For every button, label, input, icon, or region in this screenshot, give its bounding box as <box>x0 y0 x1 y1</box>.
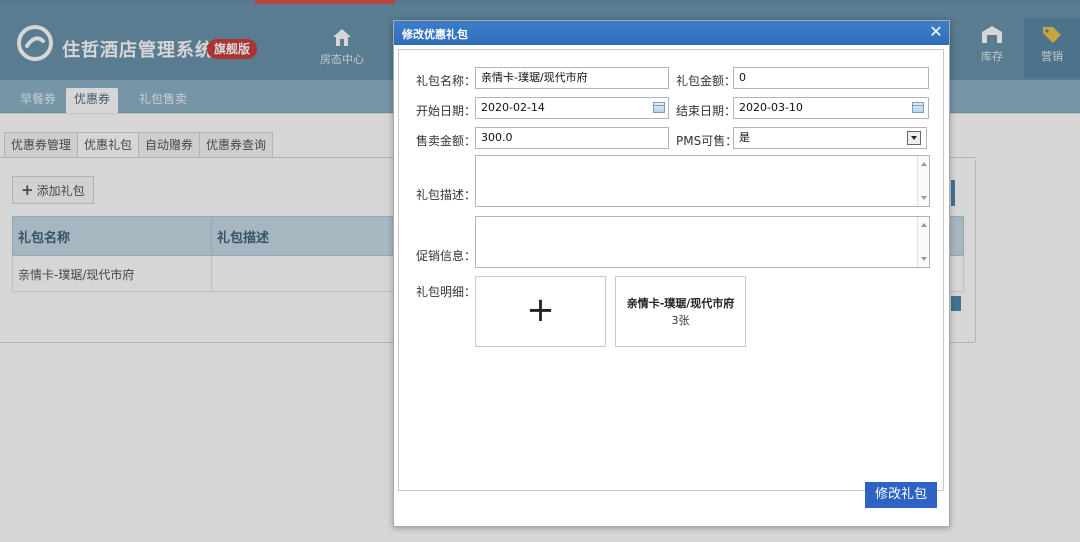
pms-sale-select[interactable]: 是 <box>733 127 927 149</box>
sale-price-label: 售卖金额： <box>416 134 477 148</box>
promo-info-label: 促销信息： <box>416 249 477 263</box>
close-icon[interactable]: ✕ <box>927 23 945 41</box>
chevron-down-icon[interactable] <box>907 131 921 145</box>
package-amount-input[interactable]: 0 <box>733 67 929 89</box>
detail-item-name: 亲情卡-璞琚/现代市府 <box>626 297 735 310</box>
package-name-input[interactable]: 亲情卡-璞琚/现代市府 <box>475 67 669 89</box>
scroll-up-icon[interactable] <box>921 162 927 166</box>
package-detail-label: 礼包明细： <box>416 285 477 299</box>
detail-item-card[interactable]: 亲情卡-璞琚/现代市府 3张 <box>615 276 746 347</box>
end-date-label: 结束日期： <box>676 104 737 118</box>
calendar-icon[interactable] <box>912 102 924 113</box>
start-date-label: 开始日期： <box>416 104 477 118</box>
description-label: 礼包描述： <box>416 188 477 202</box>
sale-price-input[interactable]: 300.0 <box>475 127 669 149</box>
dialog-title: 修改优惠礼包 <box>402 28 468 41</box>
dialog-titlebar[interactable]: 修改优惠礼包 ✕ <box>394 21 949 45</box>
scroll-down-icon[interactable] <box>921 257 927 261</box>
start-date-input[interactable]: 2020-02-14 <box>475 97 669 119</box>
scrollbar[interactable] <box>917 217 929 267</box>
add-detail-button[interactable]: + <box>475 276 606 347</box>
scroll-down-icon[interactable] <box>921 196 927 200</box>
package-name-label: 礼包名称： <box>416 74 477 88</box>
detail-item-count: 3张 <box>671 314 690 327</box>
end-date-input[interactable]: 2020-03-10 <box>733 97 929 119</box>
pms-sale-label: PMS可售： <box>676 134 738 148</box>
update-package-button[interactable]: 修改礼包 <box>865 482 937 508</box>
description-textarea[interactable] <box>475 155 930 207</box>
plus-icon: + <box>526 290 555 330</box>
package-amount-label: 礼包金额： <box>676 74 737 88</box>
edit-package-dialog: 修改优惠礼包 ✕ 礼包名称： 亲情卡-璞琚/现代市府 礼包金额： 0 开始日期：… <box>393 20 950 527</box>
scrollbar[interactable] <box>917 156 929 206</box>
dialog-body: 礼包名称： 亲情卡-璞琚/现代市府 礼包金额： 0 开始日期： 2020-02-… <box>398 49 944 508</box>
promo-info-textarea[interactable] <box>475 216 930 268</box>
calendar-icon[interactable] <box>653 102 665 113</box>
scroll-up-icon[interactable] <box>921 223 927 227</box>
